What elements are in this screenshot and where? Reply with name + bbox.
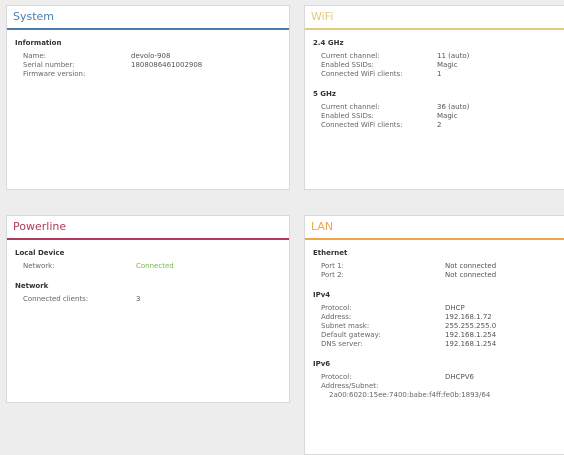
firmware-version-label: Firmware version: (23, 70, 86, 78)
system-panel-title: System (7, 6, 289, 30)
serial-number-label: Serial number: (23, 61, 75, 69)
serial-number-value: 1808086461002908 (131, 61, 203, 69)
system-panel: System Information Name: devolo-908 Seri… (6, 5, 290, 190)
lan-panel-title: LAN (305, 216, 564, 240)
default-gateway-label: Default gateway: (321, 331, 381, 339)
port-2-label: Port 2: (321, 271, 344, 279)
wifi-24-clients-row: Connected WiFi clients: 1 (313, 70, 557, 79)
ipv4-dns-row: DNS server: 192.168.1.254 (313, 340, 557, 349)
connected-clients-row: Connected clients: 3 (15, 295, 281, 304)
subnet-mask-value: 255.255.255.0 (445, 322, 497, 330)
information-section-title: Information (15, 39, 62, 47)
current-channel-value: 36 (auto) (437, 103, 470, 111)
port-2-value: Not connected (445, 271, 497, 279)
powerline-panel-title: Powerline (7, 216, 289, 240)
enabled-ssids-value: Magic (437, 61, 458, 69)
name-label: Name: (23, 52, 47, 60)
ipv4-protocol-row: Protocol: DHCP (313, 304, 557, 313)
wifi-24-ssid-row: Enabled SSIDs: Magic (313, 61, 557, 70)
enabled-ssids-value: Magic (437, 112, 458, 120)
wifi-24ghz-title: 2.4 GHz (313, 39, 344, 47)
ipv6-protocol-row: Protocol: DHCPV6 (313, 373, 557, 382)
protocol-label: Protocol: (321, 373, 352, 381)
port-1-row: Port 1: Not connected (313, 262, 557, 271)
ipv4-gateway-row: Default gateway: 192.168.1.254 (313, 331, 557, 340)
dns-server-value: 192.168.1.254 (445, 340, 497, 348)
connected-wifi-clients-label: Connected WiFi clients: (321, 70, 403, 78)
ipv6-address-line: 2a00:6020:15ee:7400:babe:f4ff:fe0b:1893/… (313, 391, 557, 400)
ipv6-title: IPv6 (313, 360, 331, 368)
address-subnet-label: Address/Subnet: (321, 382, 379, 390)
dns-server-label: DNS server: (321, 340, 363, 348)
connected-wifi-clients-label: Connected WiFi clients: (321, 121, 403, 129)
network-label: Network: (23, 262, 55, 270)
lan-panel: LAN Ethernet Port 1: Not connected Port … (304, 215, 564, 455)
port-1-label: Port 1: (321, 262, 344, 270)
wifi-panel: WiFi 2.4 GHz Current channel: 11 (auto) … (304, 5, 564, 190)
ethernet-title: Ethernet (313, 249, 348, 257)
network-status-value: Connected (136, 262, 174, 270)
connected-clients-value: 3 (136, 295, 141, 303)
wifi-5-channel-row: Current channel: 36 (auto) (313, 103, 557, 112)
current-channel-label: Current channel: (321, 103, 380, 111)
system-firmware-row: Firmware version: (15, 70, 281, 79)
address-value: 192.168.1.72 (445, 313, 492, 321)
local-device-title: Local Device (15, 249, 65, 257)
protocol-label: Protocol: (321, 304, 352, 312)
connected-wifi-clients-value: 2 (437, 121, 442, 129)
wifi-panel-title: WiFi (305, 6, 564, 30)
subnet-mask-label: Subnet mask: (321, 322, 370, 330)
address-label: Address: (321, 313, 352, 321)
ipv4-address-row: Address: 192.168.1.72 (313, 313, 557, 322)
wifi-5-clients-row: Connected WiFi clients: 2 (313, 121, 557, 130)
protocol-value: DHCP (445, 304, 465, 312)
current-channel-value: 11 (auto) (437, 52, 470, 60)
connected-wifi-clients-value: 1 (437, 70, 442, 78)
enabled-ssids-label: Enabled SSIDs: (321, 112, 374, 120)
protocol-value: DHCPV6 (445, 373, 475, 381)
current-channel-label: Current channel: (321, 52, 380, 60)
wifi-24-channel-row: Current channel: 11 (auto) (313, 52, 557, 61)
system-name-row: Name: devolo-908 (15, 52, 281, 61)
network-status-row: Network: Connected (15, 262, 281, 271)
ipv6-address-value: 2a00:6020:15ee:7400:babe:f4ff:fe0b:1893/… (329, 391, 491, 399)
connected-clients-label: Connected clients: (23, 295, 89, 303)
powerline-panel: Powerline Local Device Network: Connecte… (6, 215, 290, 403)
default-gateway-value: 192.168.1.254 (445, 331, 497, 339)
ipv4-subnet-row: Subnet mask: 255.255.255.0 (313, 322, 557, 331)
port-2-row: Port 2: Not connected (313, 271, 557, 280)
port-1-value: Not connected (445, 262, 497, 270)
network-section-title: Network (15, 282, 49, 290)
ipv6-address-row: Address/Subnet: (313, 382, 557, 391)
name-value: devolo-908 (131, 52, 171, 60)
ipv4-title: IPv4 (313, 291, 331, 299)
system-serial-row: Serial number: 1808086461002908 (15, 61, 281, 70)
wifi-5-ssid-row: Enabled SSIDs: Magic (313, 112, 557, 121)
enabled-ssids-label: Enabled SSIDs: (321, 61, 374, 69)
wifi-5ghz-title: 5 GHz (313, 90, 336, 98)
